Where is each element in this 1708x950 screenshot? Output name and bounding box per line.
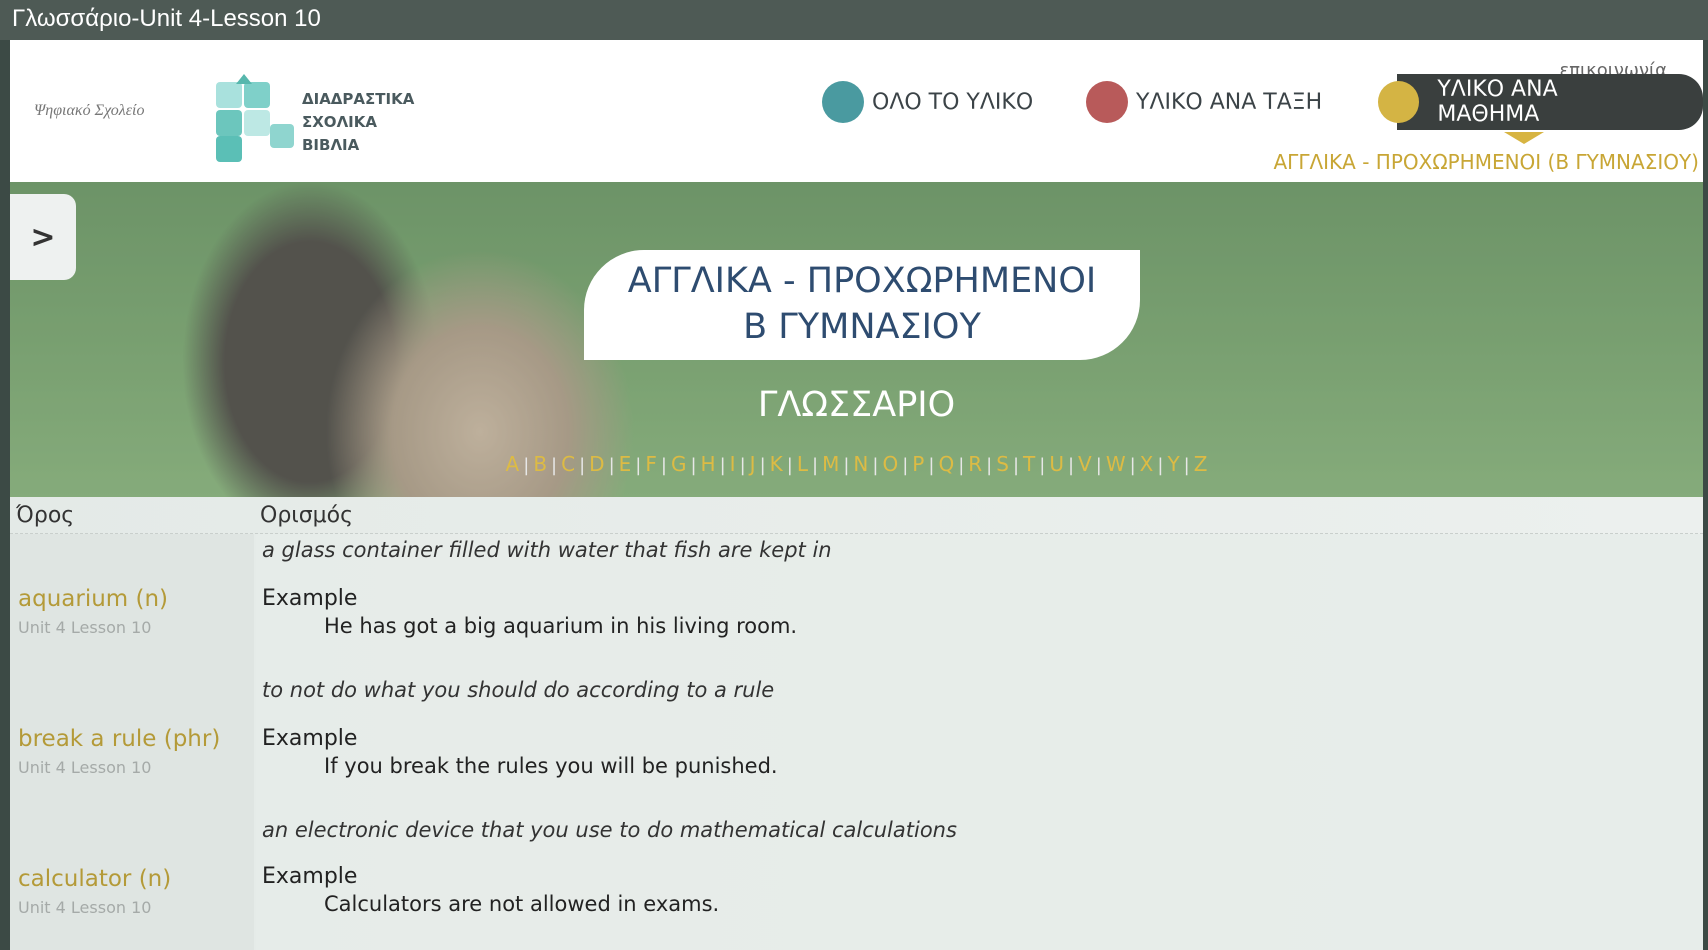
breadcrumb[interactable]: ΑΓΓΛΙΚΑ - ΠΡΟΧΩΡΗΜΕΝΟΙ (Β ΓΥΜΝΑΣΙΟΥ) <box>1274 150 1700 174</box>
letter-separator: | <box>719 455 726 476</box>
term-unit: Unit 4 Lesson 10 <box>18 618 152 637</box>
letter-link-b[interactable]: B <box>529 452 551 476</box>
letter-link-h[interactable]: H <box>697 452 720 476</box>
letter-separator: | <box>739 455 746 476</box>
glossary-term[interactable]: calculator (n) <box>18 866 171 892</box>
letter-link-r[interactable]: R <box>964 452 986 476</box>
letter-link-s[interactable]: S <box>992 452 1013 476</box>
page-frame: Ψηφιακό Σχολείο ΔΙΑΔΡΑΣΤΙΚΑ ΣΧΟΛΙΚΑ ΒΙΒΛ… <box>10 40 1703 950</box>
letter-separator: | <box>1129 455 1136 476</box>
term-definition: an electronic device that you use to do … <box>262 818 957 842</box>
letter-link-n[interactable]: N <box>849 452 872 476</box>
example-label: Example <box>262 864 358 889</box>
glossary-term[interactable]: aquarium (n) <box>18 586 168 612</box>
letter-link-y[interactable]: Y <box>1163 452 1183 476</box>
letter-link-g[interactable]: G <box>667 452 691 476</box>
books-logo-text: ΔΙΑΔΡΑΣΤΙΚΑ ΣΧΟΛΙΚΑ ΒΙΒΛΙΑ <box>302 88 414 157</box>
letter-link-o[interactable]: O <box>878 452 902 476</box>
nav-material-by-subject[interactable]: ΥΛΙΚΟ ΑΝΑ ΜΑΘΗΜΑ <box>1378 74 1703 130</box>
letter-link-v[interactable]: V <box>1074 452 1096 476</box>
psifiako-sxoleio-logo[interactable]: Ψηφιακό Σχολείο <box>34 102 144 120</box>
letter-link-x[interactable]: X <box>1136 452 1158 476</box>
table-header: Όρος Ορισμός <box>10 497 1703 534</box>
table-row: break a rule (phr) Unit 4 Lesson 10 to n… <box>10 674 1703 814</box>
example-label: Example <box>262 726 358 751</box>
nav-dot-icon <box>1378 81 1420 123</box>
letter-link-d[interactable]: D <box>585 452 608 476</box>
nav-active-arrow-icon <box>1504 132 1544 144</box>
nav-dot-icon <box>822 81 864 123</box>
site-header: Ψηφιακό Σχολείο ΔΙΑΔΡΑΣΤΙΚΑ ΣΧΟΛΙΚΑ ΒΙΒΛ… <box>10 40 1703 182</box>
glossary-term[interactable]: break a rule (phr) <box>18 726 220 752</box>
nav-dot-icon <box>1086 81 1128 123</box>
window-title: Γλωσσάριο-Unit 4-Lesson 10 <box>12 5 321 32</box>
logo-text-line: ΔΙΑΔΡΑΣΤΙΚΑ <box>302 90 415 108</box>
nav-label: ΥΛΙΚΟ ΑΝΑ ΤΑΞΗ <box>1136 89 1323 115</box>
term-definition: to not do what you should do according t… <box>262 678 775 702</box>
nav-all-material[interactable]: ΟΛΟ ΤΟ ΥΛΙΚΟ <box>822 81 1034 123</box>
course-title: ΑΓΓΛΙΚΑ - ΠΡΟΧΩΡΗΜΕΝΟΙ Β ΓΥΜΝΑΣΙΟΥ <box>584 250 1140 360</box>
column-header-definition: Ορισμός <box>260 503 354 528</box>
term-unit: Unit 4 Lesson 10 <box>18 758 152 777</box>
letter-link-l[interactable]: L <box>793 452 812 476</box>
nav-material-by-class[interactable]: ΥΛΙΚΟ ΑΝΑ ΤΑΞΗ <box>1086 81 1323 123</box>
letter-link-j[interactable]: J <box>746 452 760 476</box>
letter-link-t[interactable]: T <box>1019 452 1039 476</box>
example-text: If you break the rules you will be punis… <box>324 754 778 778</box>
letter-separator: | <box>690 455 697 476</box>
course-title-line: ΑΓΓΛΙΚΑ - ΠΡΟΧΩΡΗΜΕΝΟΙ <box>627 261 1097 301</box>
column-header-term: Όρος <box>16 503 75 528</box>
letter-link-u[interactable]: U <box>1045 452 1068 476</box>
letter-link-k[interactable]: K <box>766 452 787 476</box>
letter-link-f[interactable]: F <box>641 452 661 476</box>
letter-separator: | <box>1183 455 1190 476</box>
nav-label: ΟΛΟ ΤΟ ΥΛΙΚΟ <box>872 89 1034 115</box>
letter-link-c[interactable]: C <box>557 452 579 476</box>
letter-link-p[interactable]: P <box>908 452 928 476</box>
letter-link-m[interactable]: M <box>818 452 843 476</box>
letter-link-q[interactable]: Q <box>934 452 958 476</box>
page-title: ΓΛΩΣΣΑΡΙΟ <box>757 385 956 425</box>
term-definition: a glass container filled with water that… <box>262 538 832 562</box>
example-label: Example <box>262 586 358 611</box>
alphabet-filter: A | B | C | D | E | F | G | H | I | J | K | L | M | N | O | P | Q | R | S | T |… <box>10 452 1703 476</box>
nav-label: ΥΛΙΚΟ ΑΝΑ ΜΑΘΗΜΑ <box>1397 74 1703 130</box>
table-row: calculator (n) Unit 4 Lesson 10 an elect… <box>10 814 1703 950</box>
letter-link-e[interactable]: E <box>615 452 636 476</box>
table-row: aquarium (n) Unit 4 Lesson 10 a glass co… <box>10 534 1703 674</box>
example-text: He has got a big aquarium in his living … <box>324 614 798 638</box>
logo-text-line: ΒΙΒΛΙΑ <box>302 136 360 154</box>
letter-link-i[interactable]: I <box>726 452 740 476</box>
example-text: Calculators are not allowed in exams. <box>324 892 720 916</box>
course-title-line: Β ΓΥΜΝΑΣΙΟΥ <box>743 307 981 347</box>
books-logo-icon[interactable] <box>210 74 300 166</box>
letter-link-z[interactable]: Z <box>1190 452 1212 476</box>
logo-text-line: ΣΧΟΛΙΚΑ <box>302 113 377 131</box>
term-unit: Unit 4 Lesson 10 <box>18 898 152 917</box>
letter-separator: | <box>759 455 766 476</box>
window-title-bar: Γλωσσάριο-Unit 4-Lesson 10 <box>0 0 1708 40</box>
letter-separator: | <box>608 455 615 476</box>
sidebar-toggle-button[interactable]: > <box>10 194 76 280</box>
letter-separator: | <box>786 455 793 476</box>
glossary-table: Όρος Ορισμός aquarium (n) Unit 4 Lesson … <box>10 497 1703 950</box>
letter-link-w[interactable]: W <box>1102 452 1130 476</box>
letter-link-a[interactable]: A <box>502 452 524 476</box>
letter-separator: | <box>1095 455 1102 476</box>
